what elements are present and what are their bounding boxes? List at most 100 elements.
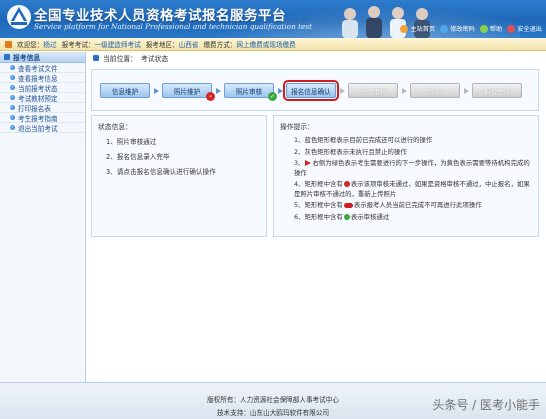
arrow-right-icon bbox=[460, 83, 472, 98]
status-info-panel: 状态信息： 1、照片审核通过 2、报名信息录入完毕 3、请点击报名信息确认进行确… bbox=[91, 115, 267, 237]
arrow-right-icon bbox=[336, 83, 348, 98]
no-entry-icon bbox=[343, 202, 353, 208]
sidebar-item-label: 查看报考信息 bbox=[18, 74, 58, 83]
sidebar-item-exam-files[interactable]: 查看考试文件 bbox=[0, 63, 85, 73]
bullet-icon bbox=[10, 125, 15, 130]
red-arrow-icon bbox=[305, 160, 312, 166]
step-photo-review[interactable]: 照片审核 ✓ bbox=[224, 83, 277, 101]
folder-icon bbox=[4, 54, 10, 60]
help-icon bbox=[479, 24, 488, 33]
tip-line: 1、蓝色矩形框表示目前已完成还可以进行的操作 bbox=[294, 136, 433, 144]
sidebar-header: 报考信息 bbox=[0, 52, 85, 63]
step-label: 缴 费 bbox=[427, 87, 443, 96]
home-icon bbox=[400, 24, 409, 33]
tip-line: 3、 右侧为绿色表示考生需要进行的下一步操作，为黄色表示需要等待机构完成的操作 bbox=[280, 159, 532, 178]
exam-label: 报考考试： bbox=[61, 41, 95, 49]
welcome-label: 欢迎您： bbox=[17, 41, 44, 49]
sidebar: 报考信息 查看考试文件 查看报考信息 当前报考状态 考试教材预定 打印报名表 考… bbox=[0, 52, 86, 382]
main-content: 当前位置： 考试状态 信息维护 照片维护 – 照片审核 ✓ 报名信息确认 资格审… bbox=[87, 52, 546, 382]
check-icon bbox=[343, 213, 350, 220]
platform-title: 全国专业技术人员资格考试报名服务平台 bbox=[34, 8, 286, 24]
tip-prefix: 6、矩形框中含有 bbox=[294, 212, 343, 221]
region-value: 山西省 bbox=[178, 41, 199, 49]
arrow-right-icon bbox=[150, 83, 162, 98]
exam-value: 一级建造师考试 bbox=[94, 41, 141, 49]
tip-text: 表示报考人员当前已完成不可再进行此项操作 bbox=[353, 201, 482, 209]
tip-line: 5、矩形框中含有 表示报考人员当前已完成不可再进行此项操作 bbox=[280, 201, 532, 211]
sidebar-item-guide[interactable]: 考生报考指南 bbox=[0, 113, 85, 123]
logout-link[interactable]: 安全退出 bbox=[507, 24, 542, 33]
bullet-icon bbox=[10, 105, 15, 110]
fail-icon: – bbox=[206, 92, 215, 101]
tip-prefix: 5、矩形框中含有 bbox=[294, 201, 343, 209]
sidebar-title: 报考信息 bbox=[13, 54, 41, 62]
sidebar-item-label: 退出当前考试 bbox=[18, 124, 58, 133]
top-links: 主站首页 修改密码 帮助 安全退出 bbox=[400, 24, 542, 33]
bullet-icon bbox=[10, 115, 15, 120]
sidebar-item-label: 考试教材预定 bbox=[18, 94, 58, 103]
tip-line: 4、矩形框中含有 表示该项审核未通过，如果是资格审核不通过，中止报名，如果是照片审… bbox=[280, 180, 532, 199]
change-password-label: 修改密码 bbox=[450, 26, 475, 33]
home-link[interactable]: 主站首页 bbox=[400, 24, 435, 33]
platform-subtitle: Service platform for National Profession… bbox=[34, 22, 313, 31]
change-password-link[interactable]: 修改密码 bbox=[440, 24, 475, 33]
breadcrumb-current: 考试状态 bbox=[140, 54, 169, 63]
step-label: 资格审核 bbox=[359, 87, 387, 96]
progress-panel: 信息维护 照片维护 – 照片审核 ✓ 报名信息确认 资格审核 缴 费 报名完成 bbox=[91, 69, 539, 111]
sidebar-item-registration-info[interactable]: 查看报考信息 bbox=[0, 73, 85, 83]
check-icon: ✓ bbox=[268, 92, 277, 101]
step-photo-maintenance[interactable]: 照片维护 – bbox=[162, 83, 215, 101]
step-label: 照片审核 bbox=[235, 87, 263, 96]
bullet-icon bbox=[10, 95, 15, 100]
sidebar-item-print-form[interactable]: 打印报名表 bbox=[0, 103, 85, 113]
operation-tips-panel: 操作提示： 1、蓝色矩形框表示目前已完成还可以进行的操作 2、灰色矩形框表示未执… bbox=[273, 115, 539, 237]
platform-logo-icon bbox=[7, 5, 31, 29]
house-icon bbox=[5, 40, 12, 48]
status-line: 1、照片审核通过 bbox=[106, 138, 157, 146]
step-complete: 报名完成 bbox=[472, 83, 522, 98]
logout-icon bbox=[507, 24, 516, 33]
progress-steps: 信息维护 照片维护 – 照片审核 ✓ 报名信息确认 资格审核 缴 费 报名完成 bbox=[100, 80, 522, 101]
bullet-icon bbox=[10, 85, 15, 90]
home-link-label: 主站首页 bbox=[410, 26, 436, 33]
key-icon bbox=[440, 24, 449, 33]
region-label: 报考地区： bbox=[145, 41, 179, 49]
arrow-right-icon bbox=[398, 83, 410, 98]
tip-line: 6、矩形框中含有 表示审核通过 bbox=[280, 213, 532, 223]
tip-prefix: 4、矩形框中含有 bbox=[294, 180, 343, 188]
fail-icon bbox=[343, 181, 350, 187]
help-label: 帮助 bbox=[489, 26, 503, 33]
step-label: 照片维护 bbox=[173, 87, 201, 96]
location-icon bbox=[93, 54, 99, 61]
welcome-user: 杨过 bbox=[43, 41, 57, 49]
step-label: 信息维护 bbox=[111, 87, 139, 96]
header-banner: 全国专业技术人员资格考试报名服务平台 Service platform for … bbox=[0, 0, 546, 38]
step-label: 报名完成 bbox=[483, 87, 511, 96]
step-payment: 缴 费 bbox=[410, 83, 460, 98]
step-qualification-review: 资格审核 bbox=[348, 83, 398, 98]
tip-line: 2、灰色矩形框表示未执行且禁止的操作 bbox=[294, 147, 407, 156]
user-info-bar: 欢迎您： 杨过 报考考试： 一级建造师考试 报考地区： 山西省 缴费方式： 网上… bbox=[0, 38, 546, 51]
sidebar-item-label: 考生报考指南 bbox=[18, 114, 58, 123]
footer: 版权所有：人力资源社会保障部人事考试中心 技术支持：山东山大鸥玛软件有限公司 头… bbox=[0, 382, 546, 419]
tip-text: 表示审核通过 bbox=[350, 212, 390, 221]
step-info-maintenance[interactable]: 信息维护 bbox=[100, 83, 150, 98]
payment-value: 网上缴费或现场缴费 bbox=[236, 41, 296, 49]
logout-label: 安全退出 bbox=[517, 26, 542, 33]
status-line: 2、报名信息录入完毕 bbox=[106, 153, 170, 161]
sidebar-item-label: 查看考试文件 bbox=[18, 64, 58, 73]
tip-text: 右侧为绿色表示考生需要进行的下一步操作，为黄色表示需要等待机构完成的操作 bbox=[294, 159, 530, 177]
breadcrumb: 当前位置： 考试状态 bbox=[87, 52, 546, 63]
status-title: 状态信息： bbox=[98, 123, 132, 131]
step-label: 报名信息确认 bbox=[291, 87, 331, 96]
payment-label: 缴费方式： bbox=[203, 41, 237, 49]
sidebar-item-exit-exam[interactable]: 退出当前考试 bbox=[0, 123, 85, 133]
ops-title: 操作提示： bbox=[280, 123, 314, 131]
help-link[interactable]: 帮助 bbox=[479, 24, 503, 33]
breadcrumb-label: 当前位置： bbox=[103, 54, 137, 63]
step-confirm-registration[interactable]: 报名信息确认 bbox=[283, 80, 339, 101]
watermark-text: 头条号 / 医考小能手 bbox=[432, 398, 540, 412]
sidebar-item-current-status[interactable]: 当前报考状态 bbox=[0, 83, 85, 93]
sidebar-item-textbook-order[interactable]: 考试教材预定 bbox=[0, 93, 85, 103]
tip-number: 3、 bbox=[294, 159, 305, 167]
